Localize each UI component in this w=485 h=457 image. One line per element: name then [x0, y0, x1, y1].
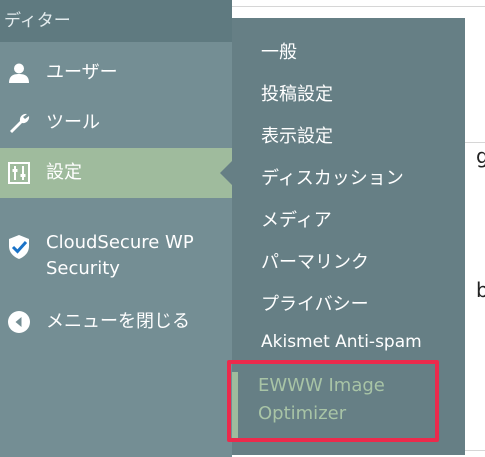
settings-sliders-icon [6, 160, 32, 186]
submenu-item-permalinks[interactable]: パーマリンク [232, 248, 465, 274]
sidebar-item-editor[interactable]: ディター [0, 0, 232, 42]
user-icon [6, 60, 32, 86]
submenu-item-writing[interactable]: 投稿設定 [232, 80, 465, 106]
sidebar-item-label: CloudSecure WP [46, 232, 194, 253]
sidebar-item-label: ツール [46, 112, 100, 133]
content-fragment: g [476, 144, 485, 168]
submenu-item-media[interactable]: メディア [232, 206, 465, 232]
submenu-item-general[interactable]: 一般 [232, 38, 465, 64]
sidebar-item-label: 設定 [46, 162, 82, 183]
sidebar-item-cloudsecure[interactable]: CloudSecure WP Security [0, 230, 232, 294]
submenu-item-reading[interactable]: 表示設定 [232, 122, 465, 148]
collapse-menu-button[interactable]: メニューを閉じる [0, 297, 232, 347]
sidebar-item-tools[interactable]: ツール [0, 98, 232, 148]
sidebar-item-label-group: CloudSecure WP Security [46, 230, 194, 282]
sidebar-item-label: ユーザー [46, 62, 118, 83]
sidebar-item-label: ディター [4, 11, 71, 31]
submenu-item-privacy[interactable]: プライバシー [232, 290, 465, 316]
collapse-arrow-icon [6, 309, 32, 335]
content-divider [232, 6, 485, 7]
highlight-box [227, 360, 439, 442]
sidebar-item-users[interactable]: ユーザー [0, 48, 232, 98]
content-fragment: b [476, 278, 485, 302]
wrench-icon [6, 110, 32, 136]
sidebar-item-settings[interactable]: 設定 [0, 148, 232, 198]
sidebar-item-label: メニューを閉じる [46, 311, 190, 332]
sidebar-item-label: Security [46, 258, 120, 279]
submenu-item-discussion[interactable]: ディスカッション [232, 164, 465, 190]
shield-check-icon [6, 234, 32, 260]
submenu-item-akismet[interactable]: Akismet Anti-spam [232, 332, 465, 352]
admin-sidebar: ディター ユーザー ツール 設定 CloudSecure WP Security… [0, 0, 232, 457]
